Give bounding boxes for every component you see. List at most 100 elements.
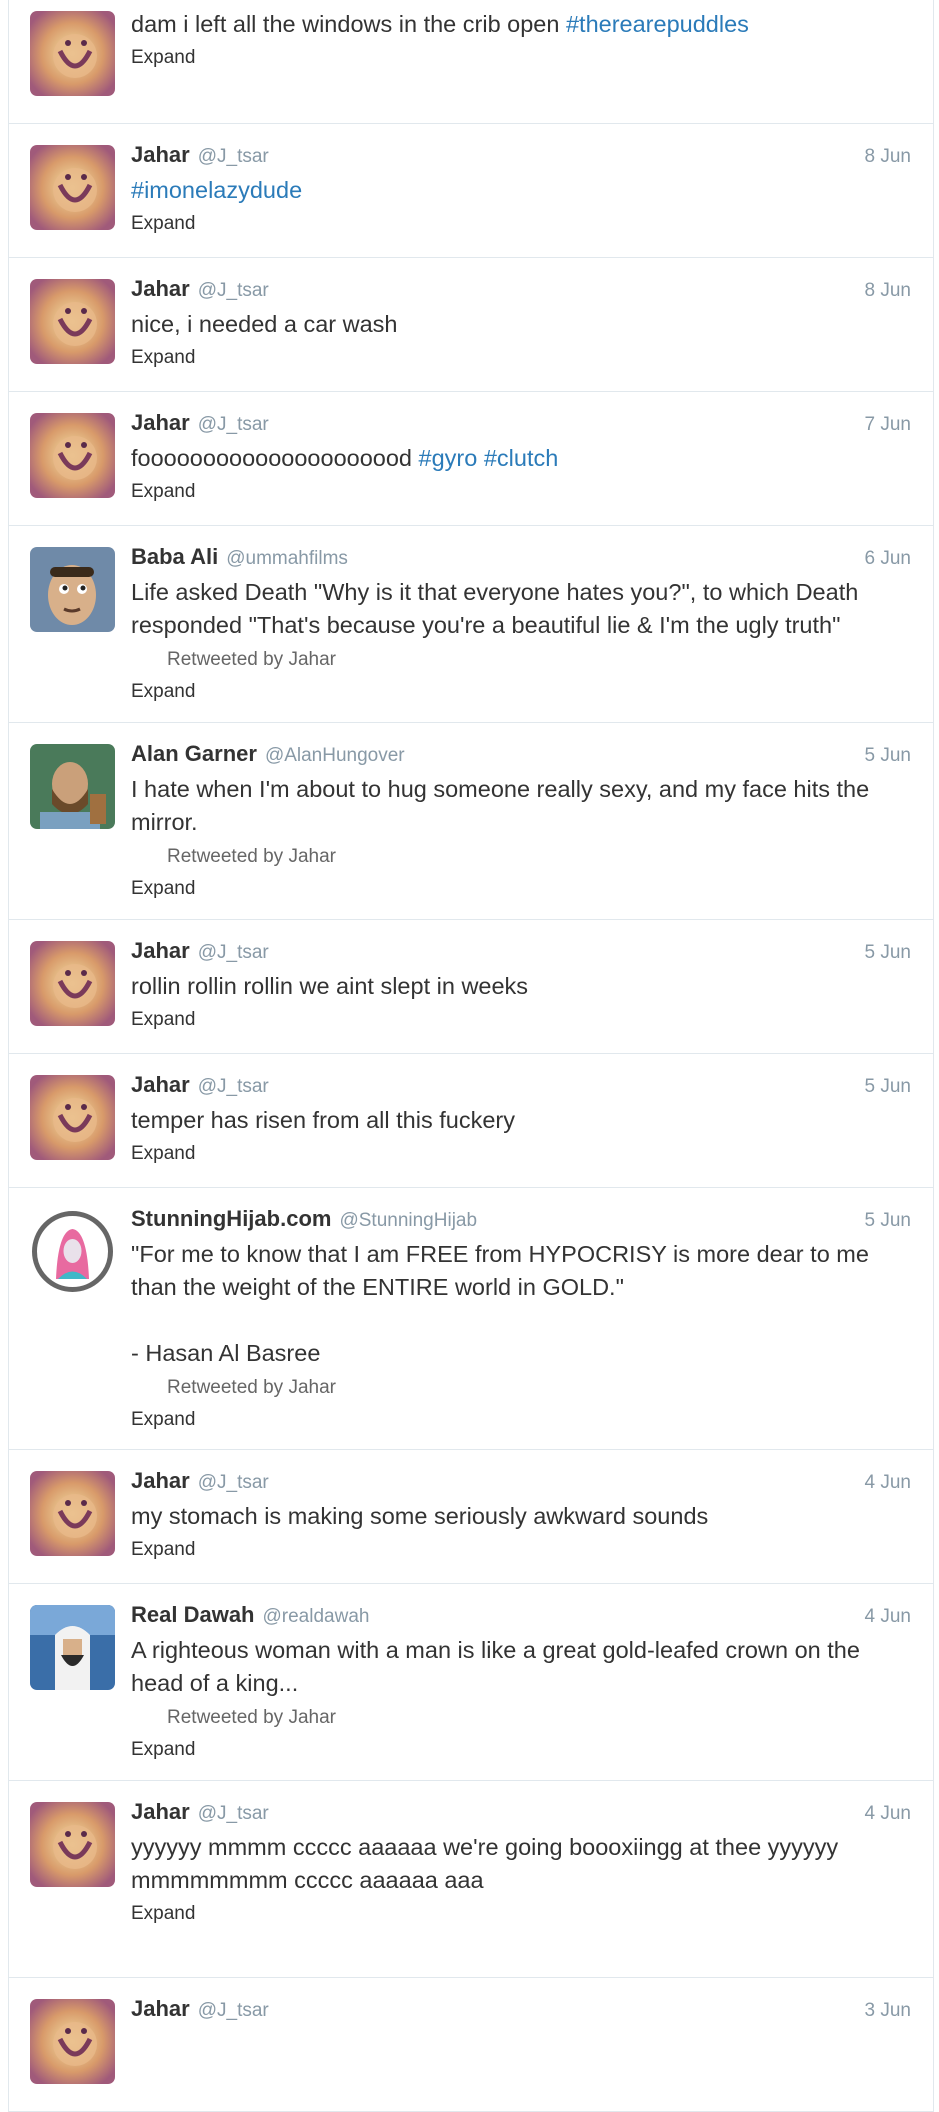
tweet-timestamp[interactable]: 4 Jun bbox=[865, 1606, 911, 1628]
tweet-timestamp[interactable]: 5 Jun bbox=[865, 942, 911, 964]
tweet-item[interactable]: Jahar @J_tsar 5 Jun rollin rollin rollin we… bbox=[9, 920, 933, 1054]
hashtag-link[interactable]: #therearepuddles bbox=[566, 11, 749, 37]
tweet-header: Jahar @J_tsar 8 Jun bbox=[131, 142, 911, 172]
tweet-author-handle[interactable]: @J_tsar bbox=[198, 1472, 269, 1494]
tweet-author-name[interactable]: Jahar bbox=[131, 1468, 190, 1494]
hashtag-link[interactable]: #gyro bbox=[419, 445, 478, 471]
tweet-author-handle[interactable]: @ummahfilms bbox=[226, 548, 348, 570]
expand-link[interactable]: Expand bbox=[131, 1137, 911, 1171]
tweet-author-name[interactable]: Jahar bbox=[131, 1072, 190, 1098]
tweet-item[interactable]: Jahar @J_tsar 8 Jun nice, i needed a car wa… bbox=[9, 258, 933, 392]
tweet-header: Jahar @J_tsar 3 Jun bbox=[131, 1996, 911, 2026]
tweet-timestamp[interactable]: 5 Jun bbox=[865, 745, 911, 767]
tweet-timestamp[interactable]: 7 Jun bbox=[865, 414, 911, 436]
tweet-item[interactable]: Jahar @J_tsar 5 Jun temper has risen from a… bbox=[9, 1054, 933, 1188]
jahar-avatar[interactable] bbox=[30, 413, 115, 498]
expand-link[interactable]: Expand bbox=[131, 1733, 911, 1767]
tweet-timestamp[interactable]: 5 Jun bbox=[865, 1210, 911, 1232]
tweet-author-handle[interactable]: @J_tsar bbox=[198, 280, 269, 302]
tweet-text-content: yyyyyy mmmm ccccc aaaaaa we're going boo… bbox=[131, 1834, 845, 1893]
tweet-author-name[interactable]: Alan Garner bbox=[131, 741, 257, 767]
jahar-avatar[interactable] bbox=[30, 1471, 115, 1556]
tweet-timestamp[interactable]: 4 Jun bbox=[865, 1472, 911, 1494]
expand-link[interactable]: Expand bbox=[131, 872, 911, 906]
tweet-item[interactable]: Real Dawah @realdawah 4 Jun A righteous wom… bbox=[9, 1584, 933, 1781]
expand-link[interactable]: Expand bbox=[131, 41, 911, 75]
tweet-text-content: dam i left all the windows in the crib o… bbox=[131, 11, 566, 37]
tweet-author-handle[interactable]: @realdawah bbox=[263, 1606, 370, 1628]
expand-link[interactable]: Expand bbox=[131, 1003, 911, 1037]
tweet-text-content: Life asked Death "Why is it that everyon… bbox=[131, 579, 865, 638]
tweet-header: Real Dawah @realdawah 4 Jun bbox=[131, 1602, 911, 1632]
tweet-text-content: "For me to know that I am FREE from HYPO… bbox=[131, 1241, 869, 1366]
tweet-item[interactable]: Jahar @J_tsar 8 Jun #imonelazydude Expand bbox=[9, 124, 933, 258]
tweet-author-name[interactable]: StunningHijab.com bbox=[131, 1206, 331, 1232]
expand-link[interactable]: Expand bbox=[131, 1403, 911, 1437]
tweet-item[interactable]: Jahar @J_tsar 4 Jun my stomach is making so… bbox=[9, 1450, 933, 1584]
jahar-avatar[interactable] bbox=[30, 1802, 115, 1887]
tweet-text-content: nice, i needed a car wash bbox=[131, 311, 398, 337]
tweet-author-handle[interactable]: @AlanHungover bbox=[265, 745, 405, 767]
tweet-text-content: A righteous woman with a man is like a g… bbox=[131, 1637, 867, 1696]
tweet-text: yyyyyy mmmm ccccc aaaaaa we're going boo… bbox=[131, 1831, 911, 1897]
tweet-timestamp[interactable]: 5 Jun bbox=[865, 1076, 911, 1098]
tweet-timeline: dam i left all the windows in the crib o… bbox=[8, 0, 934, 2112]
tweet-author-handle[interactable]: @J_tsar bbox=[198, 1803, 269, 1825]
tweet-text-content: my stomach is making some seriously awkw… bbox=[131, 1503, 709, 1529]
baba-ali-avatar[interactable] bbox=[30, 547, 115, 632]
tweet-timestamp[interactable]: 8 Jun bbox=[865, 146, 911, 168]
expand-link[interactable]: Expand bbox=[131, 475, 911, 509]
tweet-author-name[interactable]: Jahar bbox=[131, 142, 190, 168]
tweet-text: Life asked Death "Why is it that everyon… bbox=[131, 576, 911, 642]
tweet-header: Jahar @J_tsar 4 Jun bbox=[131, 1799, 911, 1829]
tweet-author-handle[interactable]: @J_tsar bbox=[198, 414, 269, 436]
retweeted-by-label[interactable]: Retweeted by Jahar bbox=[167, 645, 911, 675]
tweet-author-handle[interactable]: @J_tsar bbox=[198, 1076, 269, 1098]
expand-link[interactable]: Expand bbox=[131, 675, 911, 709]
tweet-header: Jahar @J_tsar 8 Jun bbox=[131, 276, 911, 306]
tweet-timestamp[interactable]: 6 Jun bbox=[865, 548, 911, 570]
tweet-text: #imonelazydude bbox=[131, 174, 911, 207]
hashtag-link[interactable]: #clutch bbox=[484, 445, 558, 471]
expand-link[interactable]: Expand bbox=[131, 341, 911, 375]
retweeted-by-label[interactable]: Retweeted by Jahar bbox=[167, 842, 911, 872]
hashtag-link[interactable]: #imonelazydude bbox=[131, 177, 302, 203]
tweet-item[interactable]: Jahar @J_tsar 7 Jun fooooooooooooooooooood … bbox=[9, 392, 933, 526]
tweet-header: Alan Garner @AlanHungover 5 Jun bbox=[131, 741, 911, 771]
expand-link[interactable]: Expand bbox=[131, 207, 911, 241]
expand-link[interactable]: Expand bbox=[131, 1897, 911, 1931]
tweet-author-name[interactable]: Baba Ali bbox=[131, 544, 218, 570]
alan-garner-avatar[interactable] bbox=[30, 744, 115, 829]
retweeted-by-label[interactable]: Retweeted by Jahar bbox=[167, 1703, 911, 1733]
tweet-item[interactable]: Alan Garner @AlanHungover 5 Jun I hate when… bbox=[9, 723, 933, 920]
jahar-avatar[interactable] bbox=[30, 1075, 115, 1160]
tweet-item[interactable]: Baba Ali @ummahfilms 6 Jun Life asked Death… bbox=[9, 526, 933, 723]
tweet-item[interactable]: Jahar @J_tsar 3 Jun bbox=[9, 1978, 933, 2112]
tweet-author-name[interactable]: Jahar bbox=[131, 938, 190, 964]
tweet-author-name[interactable]: Real Dawah bbox=[131, 1602, 255, 1628]
tweet-author-name[interactable]: Jahar bbox=[131, 1799, 190, 1825]
tweet-author-name[interactable]: Jahar bbox=[131, 1996, 190, 2022]
tweet-timestamp[interactable]: 3 Jun bbox=[865, 2000, 911, 2022]
retweeted-by-label[interactable]: Retweeted by Jahar bbox=[167, 1373, 911, 1403]
tweet-author-handle[interactable]: @J_tsar bbox=[198, 146, 269, 168]
tweet-timestamp[interactable]: 4 Jun bbox=[865, 1803, 911, 1825]
jahar-avatar[interactable] bbox=[30, 279, 115, 364]
tweet-item[interactable]: dam i left all the windows in the crib o… bbox=[9, 0, 933, 124]
tweet-timestamp[interactable]: 8 Jun bbox=[865, 280, 911, 302]
tweet-author-handle[interactable]: @StunningHijab bbox=[339, 1210, 477, 1232]
expand-link[interactable]: Expand bbox=[131, 1533, 911, 1567]
stunning-hijab-avatar[interactable] bbox=[30, 1209, 115, 1294]
jahar-avatar[interactable] bbox=[30, 941, 115, 1026]
tweet-author-handle[interactable]: @J_tsar bbox=[198, 2000, 269, 2022]
tweet-author-handle[interactable]: @J_tsar bbox=[198, 942, 269, 964]
jahar-avatar[interactable] bbox=[30, 11, 115, 96]
tweet-author-name[interactable]: Jahar bbox=[131, 276, 190, 302]
jahar-avatar[interactable] bbox=[30, 145, 115, 230]
tweet-text-content: I hate when I'm about to hug someone rea… bbox=[131, 776, 876, 835]
jahar-avatar[interactable] bbox=[30, 1999, 115, 2084]
tweet-author-name[interactable]: Jahar bbox=[131, 410, 190, 436]
real-dawah-avatar[interactable] bbox=[30, 1605, 115, 1690]
tweet-item[interactable]: StunningHijab.com @StunningHijab 5 Jun "For… bbox=[9, 1188, 933, 1450]
tweet-item[interactable]: Jahar @J_tsar 4 Jun yyyyyy mmmm ccccc aaaaa… bbox=[9, 1781, 933, 1978]
